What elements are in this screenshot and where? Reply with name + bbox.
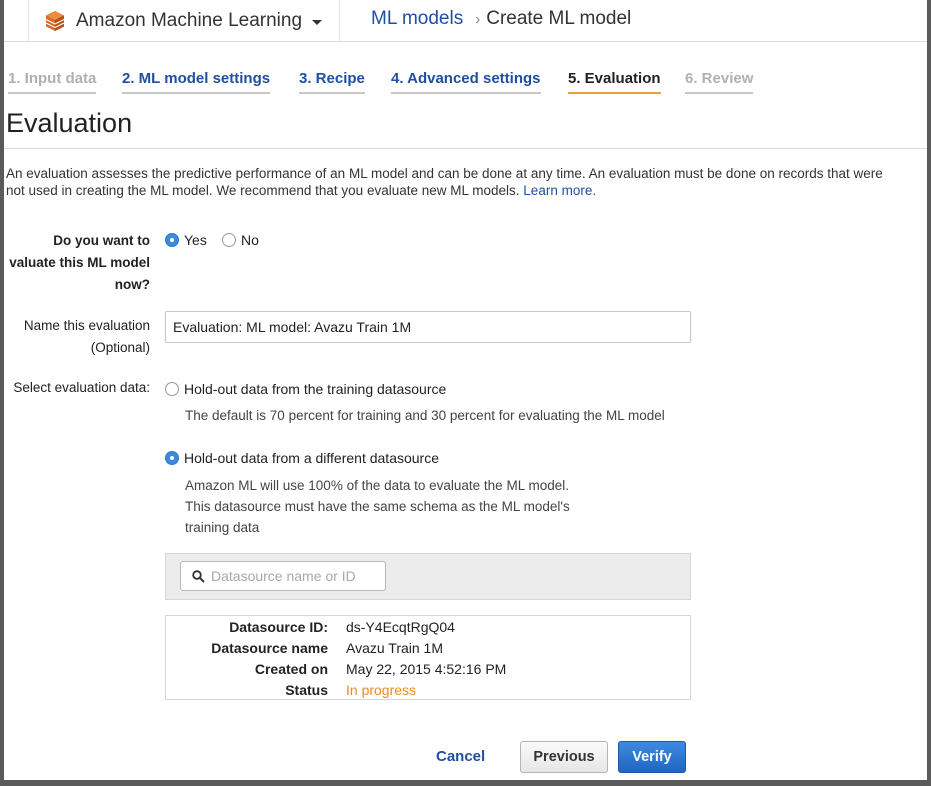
datasource-name-label: Datasource name [211,640,328,656]
datasource-search-input[interactable] [211,565,381,587]
holdout-different-help-line-3: training data [185,520,260,535]
datasource-search-panel [165,553,691,600]
learn-more-link[interactable]: Learn more. [523,183,596,198]
amazon-ml-cube-icon [45,11,65,31]
holdout-training-option[interactable]: Hold-out data from the training datasour… [165,380,446,398]
step-evaluation: 5. Evaluation [568,70,661,94]
evaluation-name-label-line-1: Name this evaluation [23,318,150,333]
detail-row-status: Status In progress [166,682,692,703]
status-label: Status [285,682,328,698]
holdout-different-help: Amazon ML will use 100% of the data to e… [185,475,570,538]
detail-row-created: Created on May 22, 2015 4:52:16 PM [166,661,692,682]
holdout-training-radio[interactable] [165,381,179,396]
holdout-different-help-line-1: Amazon ML will use 100% of the data to e… [185,478,569,493]
detail-row-id: Datasource ID: ds-Y4EcqtRgQ04 [166,619,692,640]
holdout-training-help: The default is 70 percent for training a… [185,408,665,423]
top-navigation-bar: Amazon Machine Learning ML models › Crea… [4,0,927,42]
chevron-down-icon [312,20,323,25]
evaluate-no-label: No [241,231,259,248]
step-advanced-settings[interactable]: 4. Advanced settings [391,70,541,94]
status-badge: In progress [346,682,417,698]
created-on-value: May 22, 2015 4:52:16 PM [346,661,507,677]
detail-row-name: Datasource name Avazu Train 1M [166,640,692,661]
step-recipe[interactable]: 3. Recipe [299,70,365,94]
evaluate-question-line-2: valuate this ML model [9,255,150,270]
service-name: Amazon Machine Learning [76,10,303,31]
breadcrumb-ml-models-link[interactable]: ML models [371,8,463,30]
title-divider [4,148,927,149]
page-title: Evaluation [6,108,133,138]
holdout-different-label: Hold-out data from a different datasourc… [184,449,440,466]
holdout-different-help-line-2: This datasource must have the same schem… [185,499,570,514]
created-on-label: Created on [254,661,328,677]
breadcrumb-separator-icon: › [475,10,481,28]
step-ml-model-settings[interactable]: 2. ML model settings [122,70,271,94]
evaluation-name-label: Name this evaluation (Optional) [4,315,150,359]
evaluate-question-line-1: Do you want to [53,233,150,248]
holdout-different-radio[interactable] [165,450,179,465]
evaluate-yes-option[interactable]: Yes [165,231,207,249]
verify-button[interactable]: Verify [618,741,686,773]
breadcrumb-current: Create ML model [486,8,632,29]
breadcrumb: ML models › Create ML model [371,8,631,30]
previous-button[interactable]: Previous [520,741,608,773]
datasource-details: Datasource ID: ds-Y4EcqtRgQ04 Datasource… [165,615,691,700]
step-review: 6. Review [685,70,754,94]
service-menu[interactable]: Amazon Machine Learning [28,0,340,42]
step-input-data: 1. Input data [8,70,97,94]
evaluate-no-radio[interactable] [222,232,236,247]
evaluation-name-label-line-2: (Optional) [90,340,150,355]
holdout-different-option[interactable]: Hold-out data from a different datasourc… [165,449,439,467]
evaluate-question-line-3: now? [114,277,150,292]
cancel-button[interactable]: Cancel [436,748,485,765]
evaluation-name-input[interactable] [165,311,691,343]
evaluate-yes-radio[interactable] [165,232,179,247]
evaluate-no-option[interactable]: No [222,231,259,249]
app-window: Amazon Machine Learning ML models › Crea… [4,0,927,780]
datasource-id-value: ds-Y4EcqtRgQ04 [346,619,455,635]
search-icon [192,570,205,583]
intro-line-1: An evaluation assesses the predictive pe… [6,166,883,181]
datasource-name-value: Avazu Train 1M [346,640,444,656]
evaluate-yes-label: Yes [184,231,207,248]
select-evaluation-data-label: Select evaluation data: [13,380,150,395]
holdout-training-label: Hold-out data from the training datasour… [184,380,447,397]
evaluate-now-label: Do you want to valuate this ML model now… [4,230,150,296]
datasource-search-box[interactable] [180,561,386,591]
intro-line-2: not used in creating the ML model. We re… [6,183,520,198]
intro-text: An evaluation assesses the predictive pe… [6,165,927,199]
datasource-id-label: Datasource ID: [229,619,328,635]
